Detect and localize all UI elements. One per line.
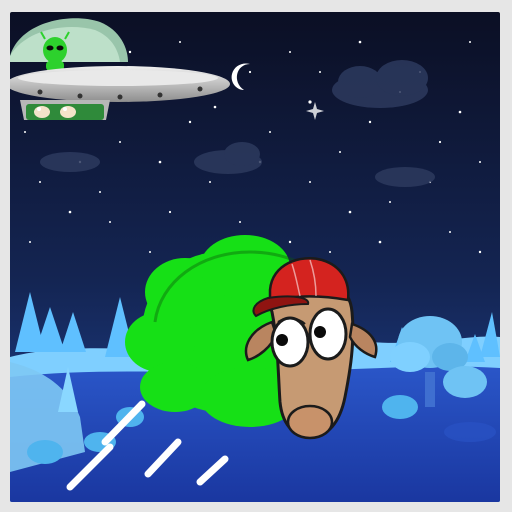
game-canvas[interactable] (10, 12, 500, 502)
ground-shadow (444, 422, 496, 442)
game-scene[interactable] (10, 12, 500, 502)
game-frame (0, 0, 512, 512)
